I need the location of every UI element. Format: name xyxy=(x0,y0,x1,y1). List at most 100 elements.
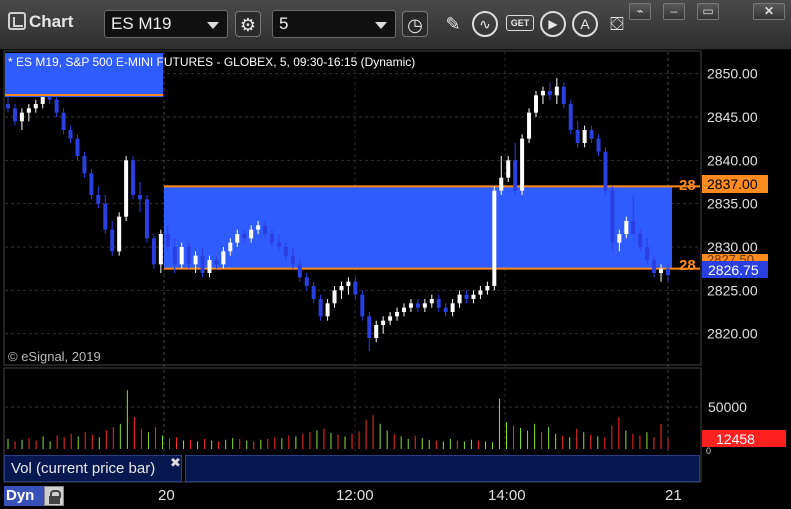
candle-body xyxy=(325,303,330,317)
clock-icon[interactable]: ◷ xyxy=(402,11,428,37)
minimize-icon[interactable]: – xyxy=(663,3,685,20)
candle-body xyxy=(492,190,497,286)
close-icon[interactable]: ✕ xyxy=(753,3,785,20)
candle-body xyxy=(96,195,101,204)
candle-body xyxy=(33,104,38,109)
price-tick-label: 2825.00 xyxy=(707,282,758,298)
candle-body xyxy=(450,303,455,312)
candle-body xyxy=(117,216,122,252)
candle-body xyxy=(554,86,559,96)
candle-body xyxy=(207,260,212,273)
lock-icon[interactable] xyxy=(44,486,64,506)
price-tick-label: 2820.00 xyxy=(707,326,758,342)
dynamic-button[interactable]: Dyn xyxy=(4,486,44,506)
toolbar: Chart ES M19 ⚙ 5 ◷ ✎ ∿ GET ▶ A ⛋ ⌁ – ▭ ✕ xyxy=(0,0,791,50)
candle-body xyxy=(151,238,156,265)
candle-body xyxy=(436,299,441,308)
candle-body xyxy=(332,290,337,304)
candle-body xyxy=(478,290,483,295)
candle-body xyxy=(186,247,191,265)
study-strip xyxy=(185,455,700,482)
candle-body xyxy=(540,91,545,96)
candle-body xyxy=(374,325,379,338)
candle-body xyxy=(82,156,87,174)
candle-body xyxy=(346,281,351,286)
candle-body xyxy=(443,307,448,312)
candle-body xyxy=(422,303,427,308)
candle-body xyxy=(631,221,636,234)
candle-body xyxy=(534,95,538,113)
candle-body xyxy=(276,242,281,247)
candle-body xyxy=(527,112,532,139)
pencil-icon[interactable]: ✎ xyxy=(440,11,466,37)
candle-body xyxy=(589,130,594,139)
chevron-down-icon xyxy=(375,22,387,29)
symbol-value: ES M19 xyxy=(111,14,172,33)
candle-body xyxy=(575,130,580,143)
price-zone xyxy=(164,186,672,269)
link-icon[interactable]: ⌁ xyxy=(629,3,651,20)
candle-body xyxy=(513,160,518,191)
candle-body xyxy=(520,138,525,191)
close-study-icon[interactable]: ✖ xyxy=(170,455,181,471)
candle-body xyxy=(179,247,184,265)
chevron-down-icon xyxy=(207,22,219,29)
candle-body xyxy=(26,108,31,113)
candle-body xyxy=(485,286,490,291)
watermark: © eSignal, 2019 xyxy=(8,349,101,364)
restore-icon[interactable]: ▭ xyxy=(697,3,719,20)
level-upper-left-label: 28 xyxy=(679,177,696,194)
candle-body xyxy=(652,260,657,273)
price-chart[interactable]: 2850.002845.002840.002835.002830.002825.… xyxy=(0,50,791,484)
candle-body xyxy=(367,316,372,338)
candle-body xyxy=(172,247,177,265)
chart-header: * ES M19, S&P 500 E-MINI FUTURES - GLOBE… xyxy=(8,55,415,69)
candle-body xyxy=(297,264,302,278)
line-chart-icon[interactable]: ∿ xyxy=(472,11,498,37)
price-tick-label: 2845.00 xyxy=(707,109,758,125)
candle-body xyxy=(547,91,552,96)
candle-body xyxy=(242,234,247,239)
candle-body xyxy=(263,225,268,234)
last-price-value: 2826.75 xyxy=(708,262,759,278)
candle-body xyxy=(381,320,386,325)
candle-body xyxy=(75,138,80,156)
candle-body xyxy=(19,112,24,122)
candle-body xyxy=(6,104,10,109)
candle-body xyxy=(54,99,59,113)
price-tick-label: 2850.00 xyxy=(707,66,758,82)
chart-panel[interactable]: 2850.00 2845.00 2840.00 2835.00 2830.00 2825.… xyxy=(0,50,791,484)
candle-body xyxy=(318,299,323,317)
app-title: Chart xyxy=(8,12,73,32)
level-lower-left-label: 28 xyxy=(679,257,696,274)
candle-body xyxy=(12,108,17,122)
price-tick-label: 2840.00 xyxy=(707,152,758,168)
study-label[interactable]: Vol (current price bar) xyxy=(4,455,182,482)
candle-body xyxy=(311,286,316,299)
candle-body xyxy=(415,303,420,308)
settings-icon[interactable]: ⚙ xyxy=(235,11,261,37)
alert-icon[interactable]: A xyxy=(572,11,598,37)
candle-body xyxy=(596,138,601,152)
time-label-20: 20 xyxy=(158,487,175,504)
candle-body xyxy=(214,260,219,265)
get-icon[interactable]: GET xyxy=(506,15,534,31)
candle-body xyxy=(61,112,66,130)
candle-body xyxy=(603,151,608,191)
candle-body xyxy=(138,195,142,200)
candle-body xyxy=(144,199,149,239)
candle-body xyxy=(610,190,615,243)
play-icon[interactable]: ▶ xyxy=(540,11,566,37)
fill-icon[interactable]: ⛋ xyxy=(604,11,630,37)
interval-dropdown[interactable]: 5 xyxy=(272,10,396,38)
symbol-dropdown[interactable]: ES M19 xyxy=(104,10,228,38)
candle-body xyxy=(89,173,94,195)
price-tick-label: 2835.00 xyxy=(707,196,758,212)
candle-body xyxy=(506,160,511,178)
candle-body xyxy=(124,160,129,217)
candle-body xyxy=(193,255,198,265)
time-label-21: 21 xyxy=(665,487,682,504)
candle-body xyxy=(228,242,233,252)
candle-body xyxy=(638,234,643,247)
candle-body xyxy=(429,299,434,304)
